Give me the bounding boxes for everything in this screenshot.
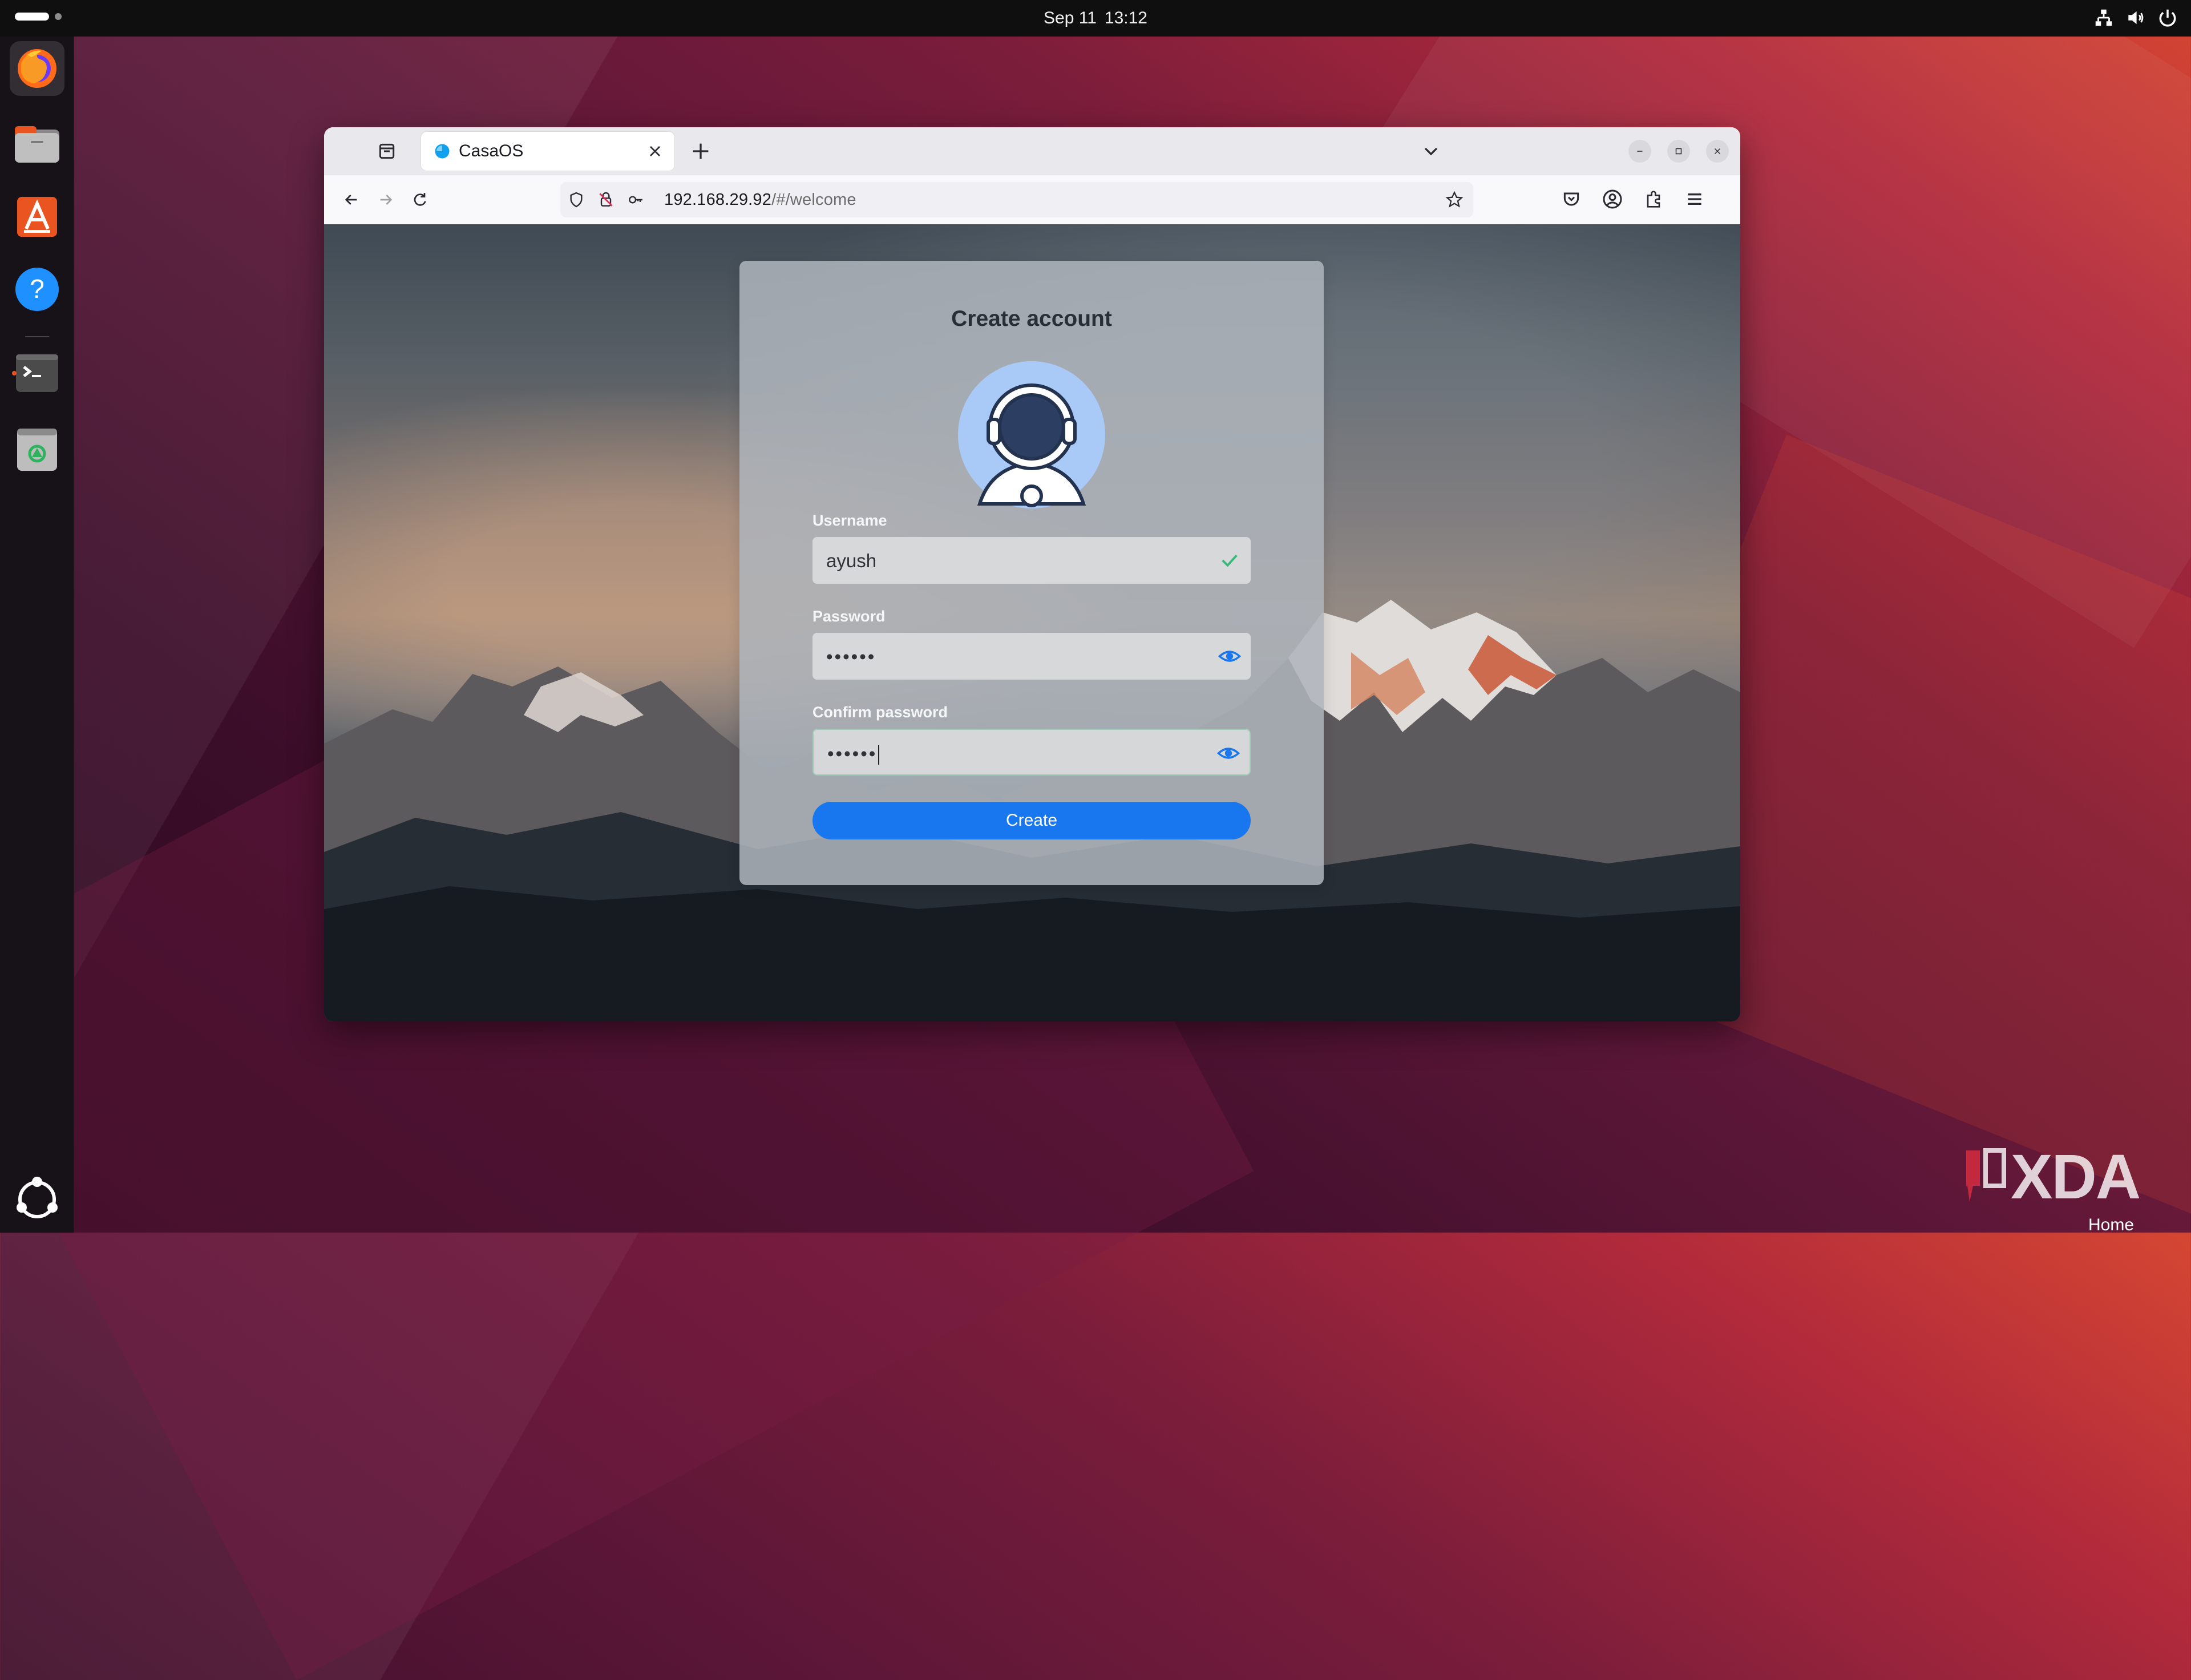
help-launcher[interactable]: ? (10, 262, 64, 317)
close-window-button[interactable] (1706, 140, 1729, 163)
system-topbar: Sep 11 13:12 (0, 0, 2191, 37)
system-tray[interactable] (2093, 7, 2178, 29)
terminal-launcher[interactable] (10, 346, 64, 401)
create-account-card: Create account Username ayush Password •… (739, 261, 1324, 885)
workspace-pill (15, 13, 49, 21)
password-mask: •••••• (826, 646, 876, 667)
back-button[interactable] (339, 188, 363, 212)
dock-separator (25, 336, 49, 337)
power-icon (2159, 9, 2176, 27)
app-center-icon (17, 197, 57, 237)
show-password-eye-icon[interactable] (1218, 644, 1242, 668)
page-title: Create account (951, 306, 1112, 331)
forward-button[interactable] (374, 188, 398, 212)
username-input[interactable]: ayush (812, 537, 1251, 584)
network-icon (2095, 9, 2112, 26)
text-caret (878, 745, 880, 765)
files-launcher[interactable] (10, 116, 64, 171)
ubuntu-dock: ? (0, 37, 74, 1233)
tab-casaos[interactable]: CasaOS (421, 132, 674, 171)
confirm-password-input[interactable]: •••••• (812, 729, 1251, 776)
firefox-icon (18, 49, 56, 88)
account-icon[interactable] (1601, 188, 1624, 211)
clock[interactable]: Sep 11 13:12 (1044, 9, 1147, 28)
forward-arrow-icon (380, 195, 393, 205)
ubuntu-icon (17, 1177, 58, 1218)
xda-watermark: XDA (1963, 1146, 2180, 1209)
firefox-window: CasaOS 192.168.29.92/#/welcome Create ac… (324, 127, 1740, 1021)
reload-icon (414, 193, 426, 206)
url-path: /#/welcome (771, 191, 856, 209)
address-bar[interactable]: 192.168.29.92/#/welcome (560, 182, 1473, 217)
username-label: Username (812, 512, 887, 529)
date-label: Sep 11 (1044, 9, 1097, 27)
files-icon (15, 126, 59, 163)
close-icon (1714, 148, 1721, 155)
workspace-dot (55, 13, 62, 20)
back-arrow-icon (345, 195, 357, 205)
tracking-protection-shield-icon[interactable] (567, 191, 585, 209)
time-label: 13:12 (1104, 9, 1147, 27)
trash-icon (17, 429, 57, 471)
navigation-toolbar: 192.168.29.92/#/welcome (324, 175, 1740, 225)
tab-title: CasaOS (459, 142, 524, 160)
bookmark-star-icon[interactable] (1445, 190, 1464, 209)
home-label: Home (2088, 1215, 2135, 1234)
url-text[interactable]: 192.168.29.92/#/welcome (664, 191, 856, 209)
hamburger-menu-icon[interactable] (1683, 188, 1706, 211)
maximize-button[interactable] (1667, 140, 1690, 163)
casaos-favicon-icon (435, 144, 450, 159)
show-confirm-password-eye-icon[interactable] (1216, 741, 1240, 765)
svg-text:?: ? (30, 274, 45, 304)
tabstrip: CasaOS (324, 127, 1740, 175)
password-input[interactable]: •••••• (812, 633, 1251, 680)
trash-launcher[interactable] (10, 422, 64, 477)
maximize-icon (1675, 148, 1682, 155)
firefox-launcher[interactable] (10, 41, 64, 96)
password-label: Password (812, 608, 886, 625)
list-all-tabs-icon[interactable] (1420, 140, 1442, 163)
tab-overview-icon[interactable] (375, 140, 398, 163)
minimize-button[interactable] (1628, 140, 1651, 163)
watermark-text: XDA (2011, 1142, 2141, 1212)
tab-close-icon[interactable] (646, 142, 664, 160)
xda-logo-icon (1966, 1148, 2006, 1202)
create-button[interactable]: Create (812, 802, 1251, 839)
confirm-password-label: Confirm password (812, 704, 948, 721)
reload-button[interactable] (408, 188, 432, 212)
show-apps-button[interactable] (10, 1172, 64, 1227)
volume-icon (2128, 11, 2144, 25)
extensions-icon[interactable] (1642, 188, 1665, 211)
pocket-icon[interactable] (1560, 188, 1583, 211)
terminal-icon (16, 354, 58, 392)
astronaut-avatar-icon[interactable] (958, 361, 1105, 508)
url-host: 192.168.29.92 (664, 191, 772, 209)
help-icon: ? (15, 268, 59, 311)
confirm-password-text: •••••• (827, 743, 878, 764)
insecure-lock-icon[interactable] (597, 191, 615, 209)
minimize-icon (1637, 151, 1643, 152)
key-icon[interactable] (626, 191, 645, 209)
confirm-password-mask: •••••• (827, 743, 880, 765)
new-tab-icon[interactable] (689, 140, 712, 163)
checkmark-icon (1222, 554, 1238, 567)
username-value: ayush (826, 550, 877, 571)
page-viewport: Create account Username ayush Password •… (324, 224, 1740, 1021)
activities-indicator[interactable] (15, 13, 62, 21)
app-center-launcher[interactable] (10, 189, 64, 244)
running-indicator (12, 371, 17, 375)
